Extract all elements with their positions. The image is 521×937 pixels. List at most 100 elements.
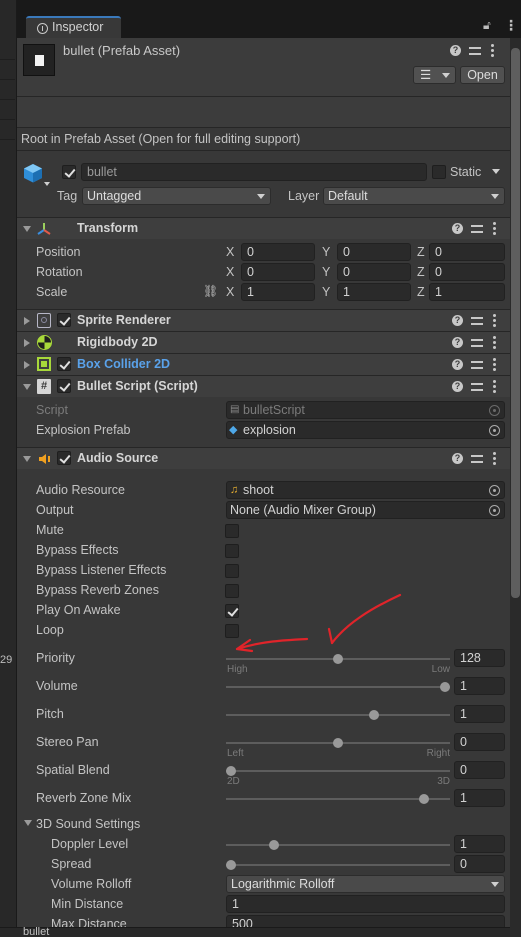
position-z-field[interactable]: 0 [429,243,505,261]
bullet-script-header[interactable]: # Bullet Script (Script) ? [17,375,510,397]
bypass-effects-checkbox[interactable] [225,544,239,558]
adjacent-panel-row[interactable] [0,80,15,100]
axis-y-label[interactable]: Y [322,285,330,299]
layer-dropdown[interactable]: Default [323,187,505,205]
help-icon[interactable]: ? [452,453,463,464]
slider-track[interactable] [226,714,450,716]
axis-x-label[interactable]: X [226,245,234,259]
slider-value-field[interactable]: 1 [454,789,505,807]
axis-y-label[interactable]: Y [322,265,330,279]
transform-header[interactable]: Transform ? [17,217,510,239]
adjacent-panel-row[interactable] [0,40,15,60]
help-icon[interactable]: ? [452,337,463,348]
sprite-renderer-enabled-checkbox[interactable] [57,313,71,327]
rigidbody-header[interactable]: Rigidbody 2D ? [17,331,510,353]
scale-x-field[interactable]: 1 [241,283,315,301]
tag-dropdown[interactable]: Untagged [82,187,271,205]
scale-y-field[interactable]: 1 [337,283,411,301]
audio-resource-field[interactable]: ♫ shoot [226,481,505,499]
adjacent-panel-row[interactable] [0,60,15,80]
slider-track[interactable] [226,686,450,688]
lock-icon[interactable]: 🔓︎ [483,18,491,33]
tab-inspector[interactable]: Inspector [26,16,121,38]
preset-icon[interactable] [471,337,483,348]
preset-icon[interactable] [469,45,481,56]
object-picker-icon[interactable] [489,485,500,496]
slider-value-field[interactable]: 1 [454,677,505,695]
axis-x-label[interactable]: X [226,285,234,299]
rotation-z-field[interactable]: 0 [429,263,505,281]
help-icon[interactable]: ? [452,381,463,392]
slider-value-field[interactable]: 0 [454,761,505,779]
axis-x-label[interactable]: X [226,265,234,279]
adjacent-panel-row[interactable] [0,120,15,140]
slider-knob[interactable] [333,738,343,748]
kebab-menu-icon[interactable] [493,314,496,328]
slider-knob[interactable] [418,794,429,804]
box-collider-enabled-checkbox[interactable] [57,357,71,371]
sprite-renderer-header[interactable]: Sprite Renderer ? [17,309,510,331]
bullet-script-enabled-checkbox[interactable] [57,379,71,393]
slider-value-field[interactable]: 0 [454,733,505,751]
preset-icon[interactable] [471,315,483,326]
mute-checkbox[interactable] [225,524,239,538]
slider-knob[interactable] [268,840,279,850]
bypass-listener-effects-checkbox[interactable] [225,564,239,578]
object-picker-icon[interactable] [489,505,500,516]
slider-track[interactable] [226,770,450,772]
preset-icon[interactable] [471,359,483,370]
slider-knob[interactable] [226,860,236,870]
kebab-menu-icon[interactable] [493,358,496,372]
slider-value-field[interactable]: 128 [454,649,505,667]
scale-z-field[interactable]: 1 [429,283,505,301]
help-icon[interactable]: ? [452,359,463,370]
overrides-dropdown[interactable]: ☰ [413,66,456,84]
kebab-menu-icon[interactable] [491,44,494,58]
slider-value-field[interactable]: 1 [454,705,505,723]
object-picker-icon[interactable] [489,425,500,436]
slider-track[interactable] [226,864,450,866]
gameobject-cube-icon[interactable] [22,162,50,186]
active-checkbox[interactable] [62,165,76,179]
audio-source-enabled-checkbox[interactable] [57,451,71,465]
slider-knob[interactable] [333,654,343,664]
explosion-prefab-field[interactable]: ◆ explosion [226,421,505,439]
kebab-menu-icon[interactable] [493,336,496,350]
audio-source-header[interactable]: Audio Source ? [17,447,510,469]
preset-icon[interactable] [471,381,483,392]
gameobject-name-field[interactable]: bullet [81,163,427,181]
slider-track[interactable] [226,798,450,800]
help-icon[interactable]: ? [452,223,463,234]
scrollbar-thumb[interactable] [511,48,520,598]
help-icon[interactable]: ? [452,315,463,326]
inspector-scrollbar[interactable] [510,38,521,937]
rotation-x-field[interactable]: 0 [241,263,315,281]
slider-track[interactable] [226,844,450,846]
rotation-y-field[interactable]: 0 [337,263,411,281]
help-icon[interactable]: ? [450,45,461,56]
static-dropdown[interactable] [483,163,505,181]
preset-icon[interactable] [471,453,483,464]
slider-knob[interactable] [440,682,450,692]
kebab-menu-icon[interactable] [493,380,496,394]
min-distance-field[interactable]: 1 [226,895,505,913]
slider-knob[interactable] [226,766,236,776]
position-y-field[interactable]: 0 [337,243,411,261]
axis-z-label[interactable]: Z [417,245,425,259]
axis-z-label[interactable]: Z [417,285,425,299]
axis-z-label[interactable]: Z [417,265,425,279]
volume-rolloff-dropdown[interactable]: Logarithmic Rolloff [226,875,505,893]
box-collider-header[interactable]: Box Collider 2D ? [17,353,510,375]
preset-icon[interactable] [471,223,483,234]
static-checkbox[interactable] [432,165,446,179]
sound3d-foldout[interactable]: 3D Sound Settings [36,817,140,831]
open-button[interactable]: Open [460,66,505,84]
foldout-arrow-icon[interactable] [24,820,32,826]
kebab-menu-icon[interactable] [493,222,496,236]
position-x-field[interactable]: 0 [241,243,315,261]
tab-menu-icon[interactable]: ⋮ [504,17,518,34]
output-field[interactable]: None (Audio Mixer Group) [226,501,505,519]
kebab-menu-icon[interactable] [493,452,496,466]
slider-knob[interactable] [369,710,380,720]
adjacent-panel-row[interactable] [0,100,15,120]
